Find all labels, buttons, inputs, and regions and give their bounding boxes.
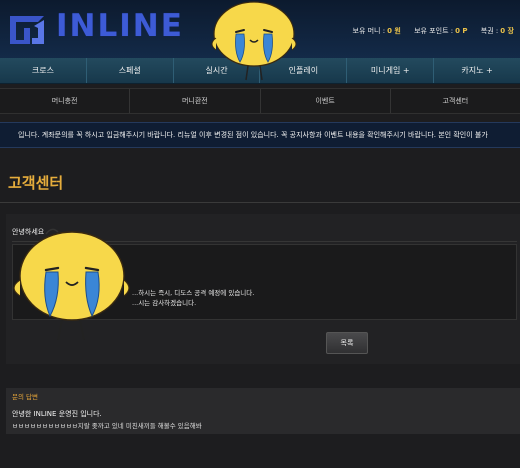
ticket-label: 복권 : [480, 27, 499, 35]
money-label: 보유 머니 : [352, 27, 386, 35]
point-label: 보유 포인트 : [414, 27, 454, 35]
nav-item-special[interactable]: 스페셜 [87, 58, 174, 83]
reply-line: 안녕한 INLINE 운영진 입니다. [12, 410, 102, 418]
inquiry-message-line: ...하시는 즉시, 디도스 공격 예정에 있습니다. [132, 289, 255, 297]
notice-bar: 입니다. 계좌문의를 꼭 하시고 입금해주시기 바랍니다. 리뉴얼 이후 변경된… [0, 122, 520, 148]
crying-chick-icon [6, 224, 136, 344]
nav-item-cross[interactable]: 크로스 [0, 58, 87, 83]
ticket-value: 0 장 [500, 27, 514, 35]
nav-item-minigame[interactable]: 미니게임 + [347, 58, 435, 83]
crying-chick-icon [206, 0, 302, 82]
point-value: 0 P [455, 27, 468, 35]
user-balance-info: 보유 머니 :0 원 보유 포인트 :0 P 복권 :0 장 [342, 26, 514, 36]
notice-text: 입니다. 계좌문의를 꼭 하시고 입금해주시기 바랍니다. 리뉴얼 이후 변경된… [18, 131, 488, 139]
subnav-item-deposit[interactable]: 머니충전 [0, 89, 131, 113]
reply-header: 문의 답변 [12, 393, 38, 401]
subnav-item-support[interactable]: 고객센터 [391, 89, 520, 113]
page-title: 고객센터 [8, 174, 64, 192]
sub-nav: 머니충전 머니환전 이벤트 고객센터 [0, 88, 520, 114]
money-value: 0 원 [387, 27, 401, 35]
nav-item-casino[interactable]: 카지노 + [434, 58, 520, 83]
reply-line: ㅂㅂㅂㅂㅂㅂㅂㅂㅂㅂㅂ지랄 좆까고 있네 미친새끼들 해볼수 있음해봐 [12, 422, 202, 430]
title-divider [0, 202, 520, 203]
logo-text[interactable]: INLINE [56, 8, 184, 44]
logo-icon[interactable] [8, 10, 48, 48]
subnav-item-withdraw[interactable]: 머니환전 [130, 89, 261, 113]
list-button[interactable]: 목록 [326, 332, 368, 354]
inquiry-message-line: ...시는 감사하겠습니다. [132, 299, 197, 307]
subnav-item-event[interactable]: 이벤트 [261, 89, 391, 113]
